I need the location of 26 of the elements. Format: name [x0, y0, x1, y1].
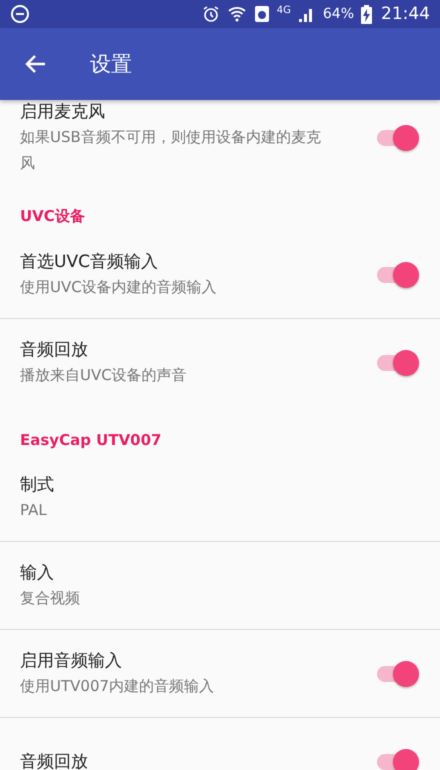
- preference-title: 启用麦克风: [20, 101, 106, 124]
- network-type: 4G: [276, 5, 291, 16]
- category-header: UVC设备: [19, 206, 86, 227]
- preference-summary: PAL: [20, 500, 48, 520]
- preference-title: 制式: [20, 474, 55, 496]
- preference-title: 首选UVC音频输入: [20, 250, 159, 274]
- preference-item[interactable]: 输入 复合视频: [0, 542, 440, 630]
- category-header: EasyCap UTV007: [19, 430, 162, 451]
- preference-item[interactable]: 启用音频输入 使用UTV007内建的音频输入: [0, 630, 440, 718]
- screen-title: 设置: [90, 51, 132, 78]
- preference-item[interactable]: 首选UVC音频输入 使用UVC设备内建的音频输入: [0, 231, 440, 319]
- clock-time: 21:44: [381, 4, 430, 24]
- preference-item[interactable]: 制式 PAL: [0, 454, 440, 542]
- preference-title: 启用音频输入: [20, 650, 123, 672]
- preference-title: 音频回放: [20, 339, 89, 362]
- preference-summary: 复合视频: [20, 588, 81, 608]
- preference-summary: 如果USB音频不可用，则使用设备内建的麦克风: [20, 127, 322, 174]
- preference-item[interactable]: 启用麦克风 如果USB音频不可用，则使用设备内建的麦克风: [0, 100, 440, 184]
- preference-summary: 播放来自UVC设备的声音: [20, 365, 188, 386]
- preference-item[interactable]: 音频回放: [0, 718, 440, 770]
- preference-item[interactable]: 音频回放 播放来自UVC设备的声音: [0, 319, 440, 407]
- battery-percentage: 64%: [322, 6, 354, 22]
- preference-summary: 使用UVC设备内建的音频输入: [20, 276, 218, 298]
- preference-title: 输入: [20, 562, 55, 584]
- preference-summary: 使用UTV007内建的音频输入: [20, 676, 216, 696]
- preference-title: 音频回放: [20, 751, 89, 770]
